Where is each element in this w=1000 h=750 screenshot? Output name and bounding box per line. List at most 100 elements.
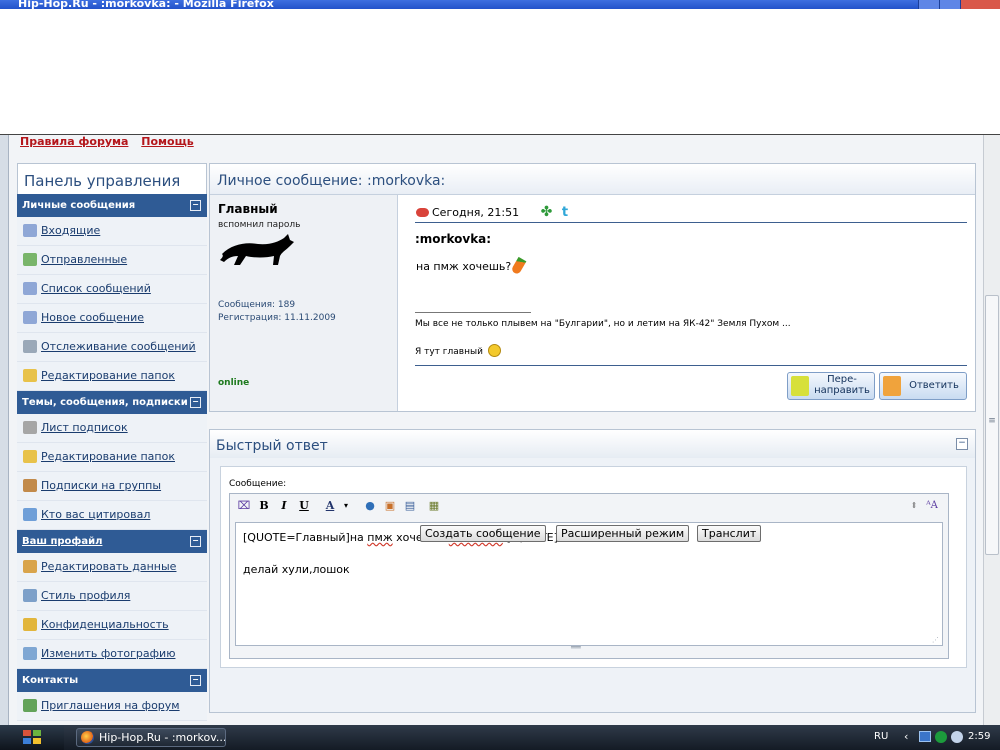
sidebar-item-label[interactable]: Лист подписок <box>41 421 128 434</box>
chevron-down-icon[interactable]: ▾ <box>338 498 354 514</box>
quick-reply-form: Сообщение: ⌧ B I U A ▾ ● ▣ ▤ ▦ ⇕ ᴬA [QUO… <box>220 466 967 668</box>
text-segment: [QUOTE=Главный]на <box>243 531 368 544</box>
message-label: Сообщение: <box>229 479 287 489</box>
quote-icon[interactable]: ▦ <box>426 498 442 514</box>
bold-button[interactable]: B <box>256 498 272 514</box>
folder-icon <box>23 369 37 382</box>
divider <box>415 222 967 223</box>
collapse-icon[interactable]: − <box>956 438 968 450</box>
sidebar-item-label[interactable]: Новое сообщение <box>41 311 144 324</box>
twitter-icon[interactable]: t <box>562 205 568 220</box>
remove-format-icon[interactable]: ⌧ <box>236 498 252 514</box>
scrollbar-thumb[interactable]: ≡ <box>985 295 999 555</box>
reply-button[interactable]: Ответить <box>879 372 967 400</box>
network-icon[interactable] <box>919 731 931 742</box>
message-editor: ⌧ B I U A ▾ ● ▣ ▤ ▦ ⇕ ᴬA [QUOTE=Главный]… <box>229 493 949 659</box>
sidebar-item-label[interactable]: Список сообщений <box>41 282 151 295</box>
message-date: Сегодня, 21:51 ✤ t <box>416 204 568 220</box>
transliterate-button[interactable]: Транслит <box>697 525 762 542</box>
sidebar-item-label[interactable]: Конфиденциальность <box>41 618 169 631</box>
tray-app-icon[interactable] <box>951 731 963 743</box>
collapse-icon[interactable]: − <box>190 675 201 686</box>
speech-bubble-icon <box>416 208 429 217</box>
taskbar-firefox-window[interactable]: Hip-Hop.Ru - :morkov... <box>76 728 226 747</box>
sidebar-title: Панель управления <box>17 163 207 194</box>
start-button[interactable] <box>0 725 64 750</box>
forum-rules-link[interactable]: Правила форума <box>20 135 128 148</box>
video-icon[interactable]: ▤ <box>402 498 418 514</box>
sidebar-item-label[interactable]: Редактировать данные <box>41 560 176 573</box>
section-subscriptions[interactable]: Темы, сообщения, подписки − <box>17 391 207 414</box>
image-icon[interactable]: ▣ <box>382 498 398 514</box>
sidebar-item-invitations[interactable]: Приглашения на форум <box>17 692 207 721</box>
signature-line: Мы все не только плывем на "Булгарии", н… <box>415 319 791 329</box>
collapse-icon[interactable]: − <box>190 536 201 547</box>
smiley-icon <box>487 344 501 357</box>
sidebar-item-label[interactable]: Редактирование папок <box>41 450 175 463</box>
user-title: вспомнил пароль <box>218 220 301 230</box>
resize-grip-icon[interactable]: ⋰ <box>932 636 939 644</box>
sidebar-item-label[interactable]: Приглашения на форум <box>41 699 180 712</box>
vertical-scrollbar[interactable]: ≡ <box>983 135 1000 725</box>
sidebar-item-label[interactable]: Стиль профиля <box>41 589 130 602</box>
text-color-button[interactable]: A <box>322 498 338 514</box>
sidebar-item-group-subscriptions[interactable]: Подписки на группы <box>17 472 207 501</box>
date-text: Сегодня, 21:51 <box>432 206 520 219</box>
signature-divider <box>415 312 531 313</box>
message-body: Сегодня, 21:51 ✤ t :morkovka: на пмж хоч… <box>407 195 967 411</box>
tracking-icon <box>23 340 37 353</box>
windows-logo-icon <box>23 730 41 744</box>
taskbar: Hip-Hop.Ru - :morkov... RU ‹ 2:59 <box>0 725 1000 750</box>
quote-icon <box>23 508 37 521</box>
advanced-mode-button[interactable]: Расширенный режим <box>556 525 690 542</box>
registration-date: Регистрация: 11.11.2009 <box>218 313 336 323</box>
create-message-button[interactable]: Создать сообщение <box>420 525 546 542</box>
sidebar-item-label[interactable]: Изменить фотографию <box>41 647 175 660</box>
photo-icon <box>23 647 37 660</box>
sidebar-item-profile-style[interactable]: Стиль профиля <box>17 582 207 611</box>
sidebar-item-sent[interactable]: Отправленные <box>17 246 207 275</box>
language-indicator[interactable]: RU <box>874 731 888 742</box>
resize-arrows-icon[interactable]: ⇕ <box>906 498 922 514</box>
sidebar-item-edit-folders[interactable]: Редактирование папок <box>17 362 207 391</box>
sidebar-item-tracking[interactable]: Отслеживание сообщений <box>17 333 207 362</box>
link-globe-icon[interactable]: ● <box>362 498 378 514</box>
security-icon[interactable] <box>935 731 947 743</box>
sidebar-item-label[interactable]: Отслеживание сообщений <box>41 340 196 353</box>
sidebar-item-edit-folders-2[interactable]: Редактирование папок <box>17 443 207 472</box>
sidebar-item-label[interactable]: Подписки на группы <box>41 479 161 492</box>
section-title[interactable]: Ваш профайл <box>22 536 102 547</box>
section-contacts[interactable]: Контакты − <box>17 669 207 692</box>
clover-icon[interactable]: ✤ <box>541 204 553 220</box>
help-link[interactable]: Помощь <box>141 135 193 148</box>
sidebar-item-privacy[interactable]: Конфиденциальность <box>17 611 207 640</box>
sidebar-item-new-message[interactable]: Новое сообщение <box>17 304 207 333</box>
username[interactable]: Главный <box>218 202 278 216</box>
editor-toolbar: ⌧ B I U A ▾ ● ▣ ▤ ▦ ⇕ ᴬA <box>230 494 948 520</box>
font-size-icon[interactable]: ᴬA <box>924 498 940 514</box>
chevron-left-icon[interactable]: ‹ <box>904 730 908 743</box>
sidebar-item-label[interactable]: Кто вас цитировал <box>41 508 150 521</box>
quick-reply-title: Быстрый ответ <box>210 430 975 458</box>
taskbar-task-label: Hip-Hop.Ru - :morkov... <box>99 731 226 744</box>
folder-icon <box>23 450 37 463</box>
section-profile[interactable]: Ваш профайл − <box>17 530 207 553</box>
sidebar-item-change-photo[interactable]: Изменить фотографию <box>17 640 207 669</box>
sidebar-item-label[interactable]: Отправленные <box>41 253 127 266</box>
forward-button[interactable]: Пере- направить <box>787 372 875 400</box>
underline-button[interactable]: U <box>296 498 312 514</box>
sidebar-item-inbox[interactable]: Входящие <box>17 217 207 246</box>
private-message-panel: Личное сообщение: :morkovka: Главный всп… <box>209 163 976 412</box>
sidebar-item-message-list[interactable]: Список сообщений <box>17 275 207 304</box>
new-message-icon <box>23 311 37 324</box>
editor-resize-handle[interactable]: ══ <box>571 644 597 652</box>
sidebar-item-edit-profile[interactable]: Редактировать данные <box>17 553 207 582</box>
collapse-icon[interactable]: − <box>190 397 201 408</box>
sidebar-item-who-quoted[interactable]: Кто вас цитировал <box>17 501 207 530</box>
italic-button[interactable]: I <box>276 498 292 514</box>
section-private-messages[interactable]: Личные сообщения − <box>17 194 207 217</box>
collapse-icon[interactable]: − <box>190 200 201 211</box>
sidebar-item-label[interactable]: Входящие <box>41 224 100 237</box>
sidebar-item-label[interactable]: Редактирование папок <box>41 369 175 382</box>
sidebar-item-subscription-list[interactable]: Лист подписок <box>17 414 207 443</box>
